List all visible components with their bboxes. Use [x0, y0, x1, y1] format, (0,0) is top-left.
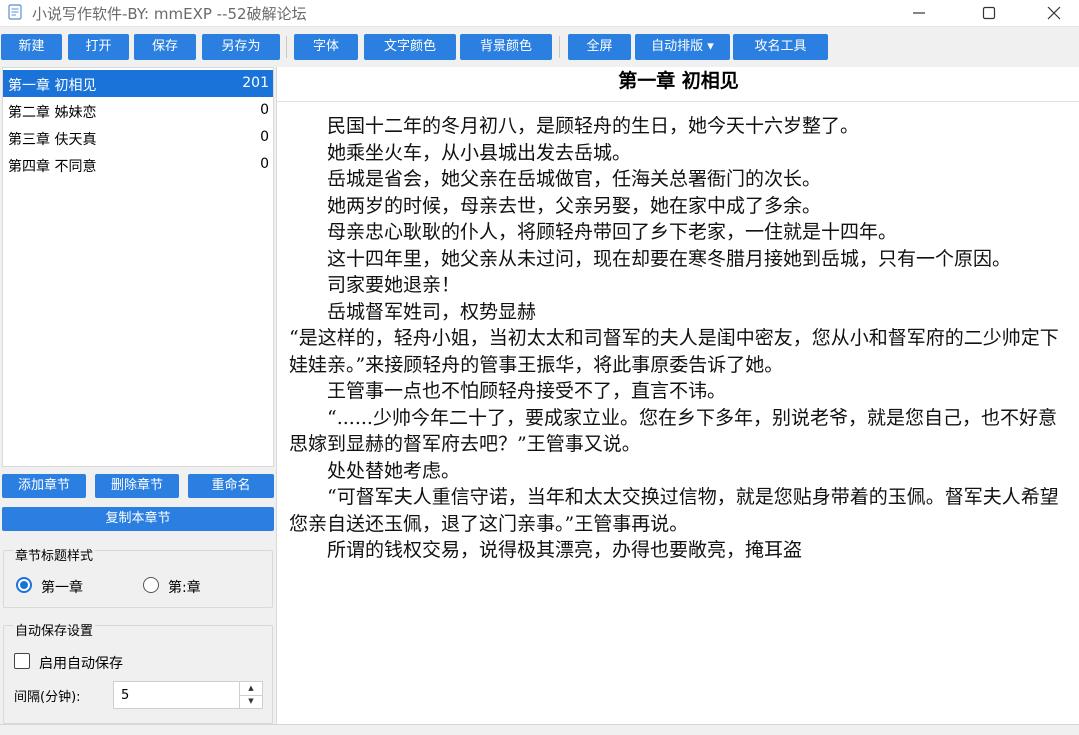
- close-icon: [1047, 6, 1061, 20]
- background-color-button[interactable]: 背景颜色: [460, 34, 552, 60]
- app-icon: [7, 4, 23, 20]
- save-as-button[interactable]: 另存为: [202, 34, 280, 60]
- editor-paragraph: “......少帅今年二十了，要成家立业。您在乡下多年，别说老爷，就是您自己，也…: [289, 406, 1057, 456]
- autosave-group: 自动保存设置 启用自动保存 间隔(分钟): 5 ▲ ▼: [3, 620, 273, 724]
- auto-format-dropdown[interactable]: 自动排版 ▾: [635, 34, 730, 60]
- chapter-list-item-2[interactable]: 第二章 姊妹恋 0: [3, 97, 273, 124]
- editor-paragraph: 母亲忠心耿耿的仆人，将顾轻舟带回了乡下老家，一住就是十四年。: [327, 221, 898, 243]
- status-bar: [0, 724, 1079, 735]
- font-button[interactable]: 字体: [294, 34, 358, 60]
- text-color-button[interactable]: 文字颜色: [364, 34, 456, 60]
- naming-tool-button[interactable]: 攻名工具: [733, 34, 828, 60]
- editor-paragraph: 所谓的钱权交易，说得极其漂亮，办得也要敞亮，掩耳盗: [327, 539, 803, 561]
- chapter-word-count: 201: [242, 75, 269, 91]
- radio-label: 第:章: [168, 580, 201, 596]
- editor-paragraph: “是这样的，轻舟小姐，当初太太和司督军的夫人是闺中密友，您从小和督军府的二少帅定…: [289, 327, 1059, 376]
- maximize-icon: [982, 6, 996, 20]
- toolbar-separator: [559, 36, 560, 58]
- close-button[interactable]: [1031, 0, 1077, 26]
- new-button[interactable]: 新建: [1, 34, 62, 60]
- autosave-enable-label: 启用自动保存: [39, 656, 123, 672]
- chapter-title-style-group: 章节标题样式 第一章 第:章: [3, 545, 273, 608]
- interval-spinbox[interactable]: 5 ▲ ▼: [113, 681, 263, 709]
- chapter-title: 第四章 不同意: [8, 159, 97, 175]
- editor-paragraph: 岳城督军姓司，权势显赫: [327, 300, 537, 323]
- group-title: 自动保存设置: [13, 620, 96, 639]
- maximize-button[interactable]: [966, 0, 1012, 26]
- editor-paragraph: 这十四年里，她父亲从未过问，现在却要在寒冬腊月接她到岳城，只有一个原因。: [327, 247, 1012, 270]
- open-button[interactable]: 打开: [68, 34, 129, 60]
- chapter-word-count: 0: [260, 102, 269, 118]
- radio-style-alt[interactable]: [143, 577, 159, 593]
- interval-value: 5: [121, 688, 130, 703]
- interval-label: 间隔(分钟):: [14, 690, 81, 705]
- rename-chapter-button[interactable]: 重命名: [188, 474, 274, 498]
- save-button[interactable]: 保存: [134, 34, 196, 60]
- editor-paragraph: 司家要她退亲！: [327, 274, 461, 296]
- chapter-word-count: 0: [260, 156, 269, 172]
- editor-paragraph: 岳城是省会，她父亲在岳城做官，任海关总署衙门的次长。: [327, 168, 822, 190]
- chapter-list-item-3[interactable]: 第三章 伕天真 0: [3, 124, 273, 151]
- delete-chapter-button[interactable]: 删除章节: [95, 474, 179, 498]
- radio-style-chinese-number[interactable]: [16, 577, 32, 593]
- title-bar: 小说写作软件-BY: mmEXP --52破解论坛: [0, 0, 1079, 27]
- editor-paragraph: 她两岁的时候，母亲去世，父亲另娶，她在家中成了多余。: [327, 194, 822, 217]
- chapter-title: 第一章 初相见: [8, 78, 97, 94]
- group-title: 章节标题样式: [13, 545, 96, 564]
- spin-buttons: ▲ ▼: [239, 682, 262, 708]
- copy-chapter-button[interactable]: 复制本章节: [2, 507, 274, 531]
- spin-down-arrow-icon[interactable]: ▼: [240, 695, 262, 708]
- radio-label: 第一章: [41, 580, 83, 596]
- add-chapter-button[interactable]: 添加章节: [2, 474, 86, 498]
- toolbar: 新建 打开 保存 另存为 字体 文字颜色 背景颜色 全屏 自动排版 ▾ 攻名工具: [0, 28, 1079, 64]
- chapter-title: 第二章 姊妹恋: [8, 105, 97, 121]
- editor-paragraph: “可督军夫人重信守诺，当年和太太交换过信物，就是您贴身带着的玉佩。督军夫人希望您…: [289, 486, 1059, 535]
- autosave-checkbox[interactable]: [14, 653, 30, 669]
- minimize-button[interactable]: [896, 0, 942, 26]
- chapter-list-item-4[interactable]: 第四章 不同意 0: [3, 151, 273, 178]
- spin-up-arrow-icon[interactable]: ▲: [240, 682, 262, 696]
- editor-panel: 第一章 初相见 民国十二年的冬月初八，是顾轻舟的生日，她今天十六岁整了。 她乘坐火…: [276, 67, 1079, 724]
- editor-paragraph: 她乘坐火车，从小县城出发去岳城。: [327, 141, 632, 164]
- chapter-heading: 第一章 初相见: [277, 67, 1079, 102]
- editor-paragraph: 处处替她考虑。: [327, 459, 461, 482]
- minimize-icon: [913, 12, 925, 14]
- chapter-list[interactable]: 第一章 初相见 201 第二章 姊妹恋 0 第三章 伕天真 0 第四章 不同意 …: [2, 67, 274, 467]
- fullscreen-button[interactable]: 全屏: [568, 34, 631, 60]
- window-title: 小说写作软件-BY: mmEXP --52破解论坛: [32, 5, 307, 23]
- editor-paragraph: 王管事一点也不怕顾轻舟接受不了，直言不讳。: [327, 380, 727, 402]
- chapter-list-item-1[interactable]: 第一章 初相见 201: [3, 70, 273, 97]
- chapter-word-count: 0: [260, 129, 269, 145]
- toolbar-separator: [286, 36, 287, 58]
- text-editor[interactable]: 民国十二年的冬月初八，是顾轻舟的生日，她今天十六岁整了。 她乘坐火车，从小县城出发…: [289, 113, 1059, 564]
- editor-paragraph: 民国十二年的冬月初八，是顾轻舟的生日，她今天十六岁整了。: [327, 115, 860, 137]
- chapter-title: 第三章 伕天真: [8, 132, 97, 148]
